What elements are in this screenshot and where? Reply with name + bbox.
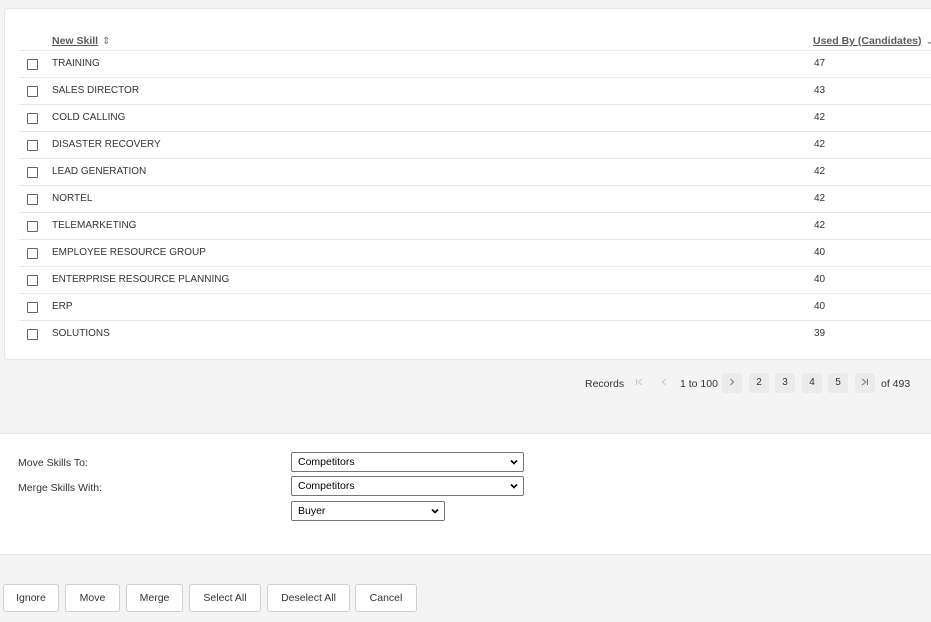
next-page-icon[interactable] (722, 373, 742, 393)
row-checkbox[interactable] (27, 167, 38, 178)
skill-name: LEAD GENERATION (52, 166, 147, 177)
page-button[interactable]: 4 (802, 373, 822, 393)
sort-desc-icon: ⌄ (925, 36, 931, 47)
chevron-down-icon (510, 459, 518, 465)
used-by-count: 40 (814, 247, 826, 258)
column-header-new-skill-label: New Skill (52, 35, 99, 47)
table-row: TRAINING 47 (19, 50, 931, 77)
skill-name: DISASTER RECOVERY (52, 139, 161, 150)
page-button[interactable]: 3 (775, 373, 795, 393)
skill-name: SALES DIRECTOR (52, 85, 140, 96)
row-checkbox[interactable] (27, 59, 38, 70)
ignore-button[interactable]: Ignore (3, 584, 59, 612)
column-header-used-by[interactable]: Used By (Candidates) ⌄ (813, 31, 931, 51)
used-by-count: 42 (814, 193, 826, 204)
deselect-all-button[interactable]: Deselect All (267, 584, 350, 612)
table-row: COLD CALLING 42 (19, 104, 931, 131)
merge-button[interactable]: Merge (126, 584, 183, 612)
chevron-down-icon (431, 508, 439, 514)
last-page-icon[interactable] (855, 373, 875, 393)
page-range: 1 to 100 (680, 378, 718, 390)
cancel-button[interactable]: Cancel (355, 584, 417, 612)
used-by-count: 39 (814, 328, 826, 339)
skill-name: ENTERPRISE RESOURCE PLANNING (52, 274, 230, 285)
records-label: Records (585, 378, 625, 390)
prev-page-icon[interactable] (654, 373, 674, 393)
used-by-count: 42 (814, 112, 826, 123)
select-all-button[interactable]: Select All (189, 584, 261, 612)
row-checkbox[interactable] (27, 248, 38, 259)
table-row: LEAD GENERATION 42 (19, 158, 931, 185)
skill-name: TRAINING (52, 58, 100, 69)
used-by-count: 43 (814, 85, 826, 96)
move-skills-label: Move Skills To: (18, 457, 88, 469)
skill-name: EMPLOYEE RESOURCE GROUP (52, 247, 206, 258)
table-row: ENTERPRISE RESOURCE PLANNING 40 (19, 266, 931, 293)
merge-skills-label: Merge Skills With: (18, 482, 103, 494)
used-by-count: 42 (814, 220, 826, 231)
merge-skills-value: Competitors (298, 480, 355, 492)
table-row: SOLUTIONS 39 (19, 320, 931, 347)
row-checkbox[interactable] (27, 329, 38, 340)
first-page-icon[interactable] (629, 373, 649, 393)
merge-skill-target-select[interactable]: Buyer (291, 501, 445, 521)
page-button[interactable]: 5 (828, 373, 848, 393)
merge-skill-target-value: Buyer (298, 505, 326, 517)
used-by-count: 40 (814, 301, 826, 312)
row-checkbox[interactable] (27, 302, 38, 313)
skill-name: TELEMARKETING (52, 220, 137, 231)
table-row: NORTEL 42 (19, 185, 931, 212)
used-by-count: 42 (814, 166, 826, 177)
row-checkbox[interactable] (27, 113, 38, 124)
chevron-down-icon (510, 483, 518, 489)
move-button[interactable]: Move (65, 584, 120, 612)
row-checkbox[interactable] (27, 194, 38, 205)
column-header-new-skill[interactable]: New Skill ⇕ (52, 31, 111, 51)
table-row: TELEMARKETING 42 (19, 212, 931, 239)
column-header-used-by-label: Used By (Candidates) (813, 35, 922, 47)
row-checkbox[interactable] (27, 221, 38, 232)
used-by-count: 47 (814, 58, 826, 69)
used-by-count: 40 (814, 274, 826, 285)
used-by-count: 42 (814, 139, 826, 150)
merge-skills-select[interactable]: Competitors (291, 476, 524, 496)
skill-name: COLD CALLING (52, 112, 126, 123)
table-row: EMPLOYEE RESOURCE GROUP 40 (19, 239, 931, 266)
table-row: ERP 40 (19, 293, 931, 320)
row-checkbox[interactable] (27, 140, 38, 151)
sort-icon: ⇕ (102, 36, 111, 47)
move-skills-value: Competitors (298, 456, 355, 468)
skill-name: SOLUTIONS (52, 328, 110, 339)
page-button[interactable]: 2 (749, 373, 769, 393)
row-checkbox[interactable] (27, 86, 38, 97)
table-row: SALES DIRECTOR 43 (19, 77, 931, 104)
skill-name: ERP (52, 301, 73, 312)
table-row: DISASTER RECOVERY 42 (19, 131, 931, 158)
skill-name: NORTEL (52, 193, 93, 204)
row-checkbox[interactable] (27, 275, 38, 286)
skills-table-panel: New Skill ⇕ Used By (Candidates) ⌄ TRAININ… (4, 8, 931, 360)
move-skills-select[interactable]: Competitors (291, 452, 524, 472)
total-records: of 493 (881, 378, 911, 390)
move-merge-panel: Move Skills To: Competitors Merge Skills… (0, 433, 931, 555)
